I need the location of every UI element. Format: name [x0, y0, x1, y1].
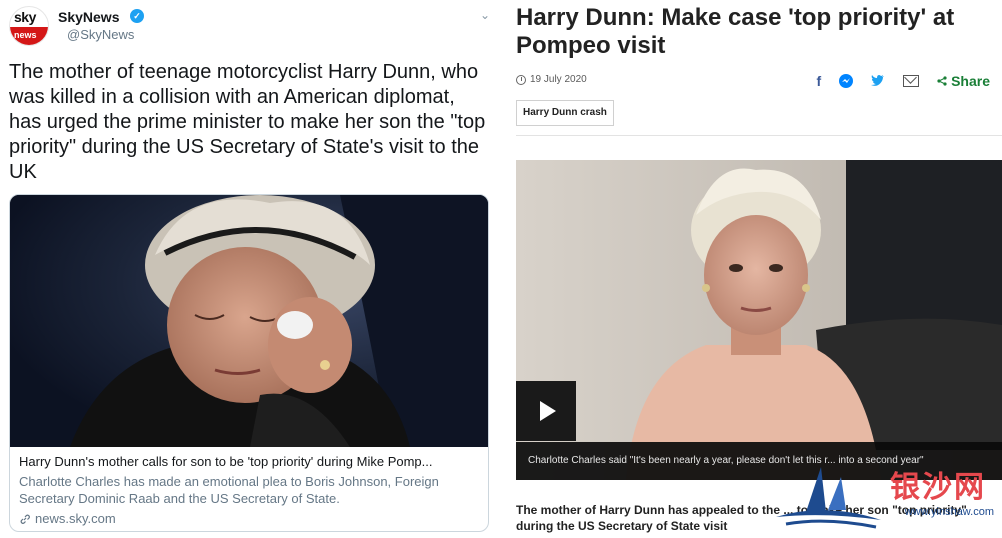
card-title[interactable]: Harry Dunn's mother calls for son to be … [19, 453, 481, 471]
article-panel: Harry Dunn: Make case 'top priority' at … [504, 0, 1002, 538]
link-icon [20, 514, 30, 524]
verified-badge-icon: ✓ [130, 9, 144, 23]
tweet-panel: sky news SkyNews ✓ @SkyNews ⌄ The mother… [0, 0, 500, 538]
share-label: Share [951, 73, 990, 89]
watermark-text: 银沙网 [890, 471, 986, 504]
video-player[interactable]: Charlotte Charles said "It's been nearly… [516, 160, 1002, 480]
news-logo-bar: news [10, 27, 48, 45]
watermark-sail-logo [776, 467, 881, 529]
article-meta: 19 July 2020 f Share [516, 72, 1000, 90]
account-handle[interactable]: @SkyNews [67, 27, 134, 42]
card-body: Harry Dunn's mother calls for son to be … [10, 447, 488, 531]
chevron-down-icon[interactable]: ⌄ [478, 8, 492, 22]
share-toolbar: f Share [817, 72, 990, 90]
play-button[interactable] [516, 381, 576, 441]
sky-logo-text: sky [14, 9, 36, 25]
topic-tag[interactable]: Harry Dunn crash [516, 100, 614, 126]
avatar[interactable]: sky news [9, 6, 49, 46]
card-domain-text: news.sky.com [35, 511, 116, 526]
card-photo-illustration [10, 195, 488, 447]
account-name[interactable]: SkyNews [58, 9, 119, 25]
share-icon [937, 76, 947, 86]
article-date: 19 July 2020 [516, 74, 587, 85]
article-date-text: 19 July 2020 [530, 74, 587, 85]
facebook-icon[interactable]: f [817, 73, 822, 89]
watermark: 银沙网 www.yinshaw.com [766, 462, 996, 532]
messenger-icon[interactable] [839, 74, 854, 88]
twitter-icon[interactable] [871, 73, 885, 89]
watermark-url: www.yinshaw.com [904, 506, 994, 518]
link-card[interactable]: Harry Dunn's mother calls for son to be … [9, 194, 489, 532]
news-logo-text: news [14, 30, 37, 40]
card-description: Charlotte Charles has made an emotional … [19, 474, 439, 506]
tweet-header: sky news SkyNews ✓ @SkyNews ⌄ [9, 6, 494, 48]
clock-icon [516, 74, 526, 85]
article-headline: Harry Dunn: Make case 'top priority' at … [516, 4, 955, 59]
card-domain[interactable]: news.sky.com [19, 510, 481, 528]
card-photo [10, 195, 488, 447]
share-button[interactable]: Share [937, 73, 990, 89]
video-frame-illustration [516, 160, 1002, 480]
tweet-text: The mother of teenage motorcyclist Harry… [9, 61, 486, 183]
email-icon[interactable] [903, 75, 920, 87]
divider-line [516, 135, 1002, 136]
